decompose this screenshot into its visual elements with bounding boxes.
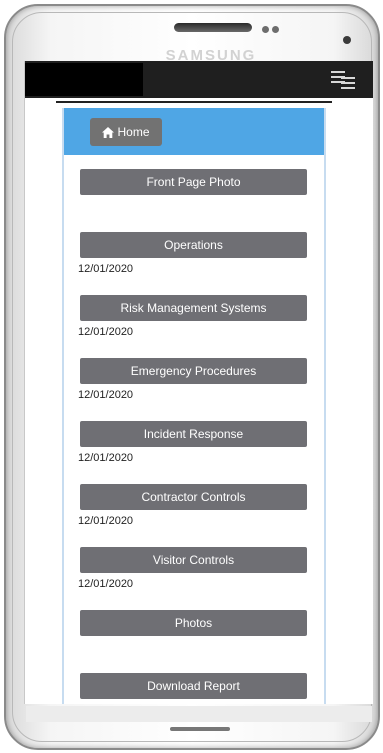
- panel-header: Home: [64, 108, 324, 155]
- emergency-procedures-date: 12/01/2020: [78, 389, 134, 401]
- app-logo-area: [25, 63, 143, 96]
- proximity-sensor: [343, 36, 351, 44]
- operations-date: 12/01/2020: [78, 263, 134, 275]
- contractor-controls-date: 12/01/2020: [78, 515, 134, 527]
- menu-icon[interactable]: [331, 71, 357, 91]
- visitor-controls-date: 12/01/2020: [78, 578, 134, 590]
- front-page-photo-button[interactable]: Front Page Photo: [80, 169, 307, 195]
- camera-lens: [272, 26, 279, 33]
- home-key: [170, 727, 230, 731]
- risk-management-systems-date: 12/01/2020: [78, 326, 134, 338]
- report-panel: Home Front Page Photo Operations 12/01/2…: [62, 108, 326, 704]
- phone-screen: Home Front Page Photo Operations 12/01/2…: [24, 61, 373, 704]
- screen-bottom-strip: [26, 706, 372, 722]
- emergency-procedures-button[interactable]: Emergency Procedures: [80, 358, 307, 384]
- incident-response-date: 12/01/2020: [78, 452, 134, 464]
- contractor-controls-button[interactable]: Contractor Controls: [80, 484, 307, 510]
- front-cameras: [262, 26, 279, 33]
- camera-lens: [262, 26, 269, 33]
- app-bar: [25, 61, 373, 98]
- risk-management-systems-button[interactable]: Risk Management Systems: [80, 295, 307, 321]
- home-button[interactable]: Home: [90, 118, 162, 146]
- visitor-controls-button[interactable]: Visitor Controls: [80, 547, 307, 573]
- photos-button[interactable]: Photos: [80, 610, 307, 636]
- home-icon: [102, 126, 115, 138]
- download-report-button[interactable]: Download Report: [80, 673, 307, 699]
- operations-button[interactable]: Operations: [80, 232, 307, 258]
- speaker-grille: [174, 23, 252, 32]
- divider: [56, 101, 332, 103]
- incident-response-button[interactable]: Incident Response: [80, 421, 307, 447]
- home-label: Home: [117, 125, 150, 139]
